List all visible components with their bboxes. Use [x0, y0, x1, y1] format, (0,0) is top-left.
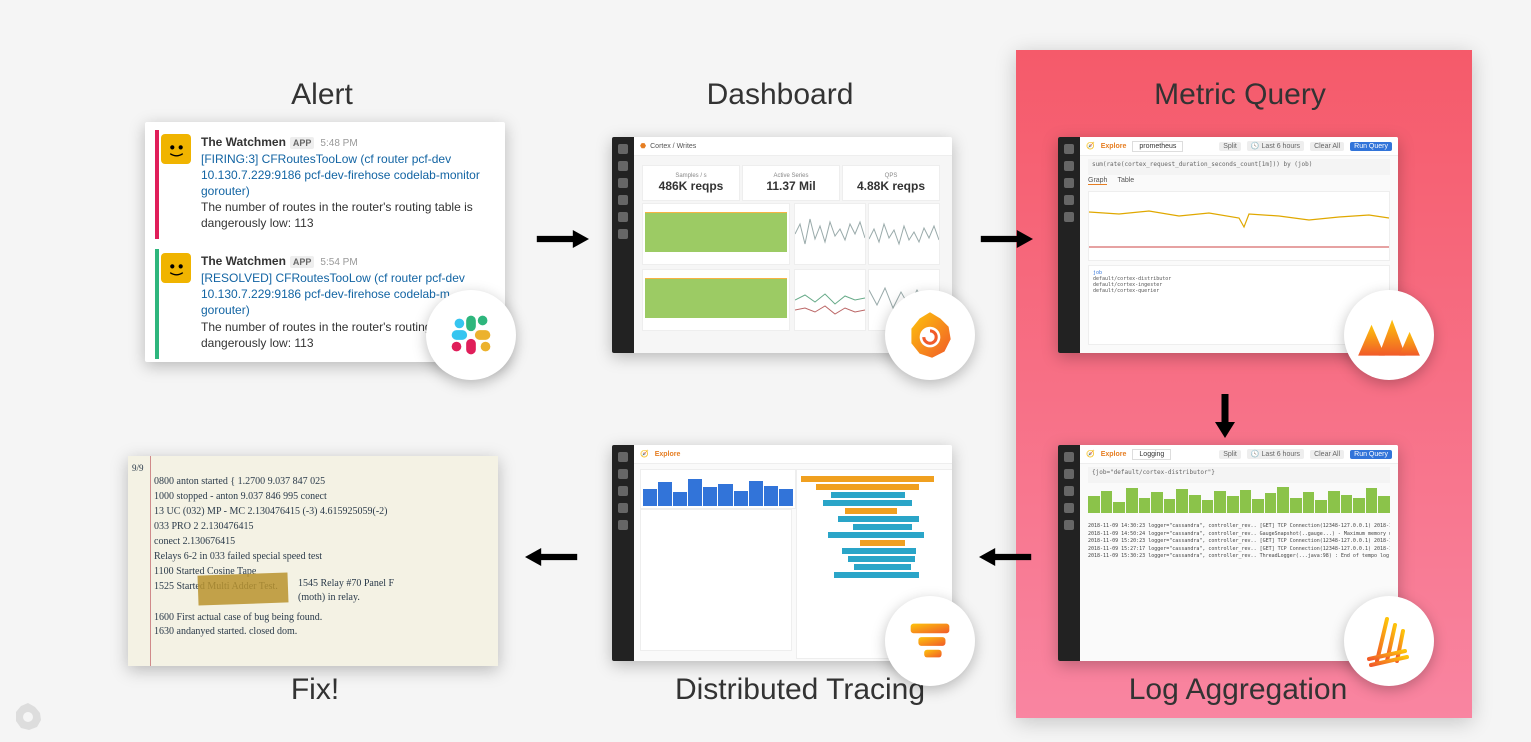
arrow-down-icon	[1215, 392, 1235, 438]
arrow-left-icon	[522, 548, 582, 566]
log-histogram	[1088, 485, 1390, 513]
chart-panel	[642, 203, 790, 265]
stat-box: QPS4.88K reqps	[842, 165, 940, 201]
explore-label: Explore	[655, 451, 681, 458]
slack-avatar-icon	[161, 134, 191, 164]
slack-time: 5:48 PM	[320, 138, 357, 149]
split-button[interactable]: Split	[1219, 450, 1241, 459]
explore-label: Explore	[1101, 143, 1127, 150]
grafana-sidebar[interactable]	[612, 137, 634, 353]
grafana-sidebar[interactable]	[1058, 137, 1080, 353]
time-range-button[interactable]: 🕓 Last 6 hours	[1247, 449, 1304, 459]
slack-icon	[426, 290, 516, 380]
explore-header: 🧭Explore Logging Split 🕓 Last 6 hours Cl…	[1080, 445, 1398, 464]
slack-msg-firing: The Watchmen APP 5:48 PM [FIRING:3] CFRout…	[155, 130, 495, 239]
split-button[interactable]: Split	[1219, 142, 1241, 151]
arrow-right-icon	[976, 230, 1036, 248]
metrics-icon	[1344, 290, 1434, 380]
explore-header: 🧭Explore	[634, 445, 952, 464]
moth-tape	[198, 572, 289, 605]
title-alert: Alert	[262, 78, 382, 112]
run-query-button[interactable]: Run Query	[1350, 142, 1392, 151]
slack-alert-title[interactable]: [FIRING:3] CFRoutesTooLow (cf router pcf…	[201, 151, 487, 200]
clear-button[interactable]: Clear All	[1310, 142, 1344, 151]
explore-header: 🧭Explore prometheus Split 🕓 Last 6 hours…	[1080, 137, 1398, 156]
log-lines: 2018-11-09 14:30:23 logger="cassandra", …	[1088, 523, 1390, 561]
title-log: Log Aggregation	[1088, 673, 1388, 707]
stat-box: Active Series11.37 Mil	[742, 165, 840, 201]
time-range-button[interactable]: 🕓 Last 6 hours	[1247, 141, 1304, 151]
datasource-select[interactable]: Logging	[1132, 449, 1171, 460]
chart-panel	[794, 203, 866, 265]
chart-panel	[868, 203, 940, 265]
grafana-sidebar[interactable]	[612, 445, 634, 661]
slack-avatar-icon	[161, 253, 191, 283]
clear-button[interactable]: Clear All	[1310, 450, 1344, 459]
grafana-sidebar[interactable]	[1058, 445, 1080, 661]
chart-panel	[794, 269, 866, 331]
slack-app-badge: APP	[290, 256, 315, 268]
explore-label: Explore	[1101, 451, 1127, 458]
datasource-select[interactable]: prometheus	[1132, 141, 1183, 152]
dashboard-header: ⬣Cortex / Writes	[634, 137, 952, 156]
title-dashboard: Dashboard	[680, 78, 880, 112]
stat-box: Samples / s486K reqps	[642, 165, 740, 201]
slack-app-badge: APP	[290, 137, 315, 149]
log-query-input[interactable]: {job="default/cortex-distributor"}	[1088, 467, 1390, 483]
graph-tab[interactable]: Graph	[1088, 177, 1107, 185]
grafana-watermark-icon	[12, 700, 44, 732]
grafana-icon	[885, 290, 975, 380]
metric-chart	[1088, 191, 1390, 261]
dashboard-name: Cortex / Writes	[650, 143, 696, 150]
run-query-button[interactable]: Run Query	[1350, 450, 1392, 459]
query-input[interactable]: sum(rate(cortex_request_duration_seconds…	[1088, 159, 1390, 175]
title-fix: Fix!	[275, 673, 355, 707]
arrow-left-icon	[976, 548, 1036, 566]
chart-panel	[642, 269, 790, 331]
slack-bot-name: The Watchmen	[201, 254, 286, 268]
title-metric: Metric Query	[1110, 78, 1370, 112]
slack-bot-name: The Watchmen	[201, 135, 286, 149]
fix-journal: 9/9 0800 anton started { 1.2700 9.037 84…	[128, 456, 498, 666]
slack-time: 5:54 PM	[320, 257, 357, 268]
slack-alert-body: The number of routes in the router's rou…	[201, 199, 487, 231]
loki-icon	[1344, 596, 1434, 686]
arrow-right-icon	[532, 230, 592, 248]
trace-waterfall	[801, 476, 949, 578]
tempo-icon	[885, 596, 975, 686]
table-tab[interactable]: Table	[1117, 177, 1134, 184]
